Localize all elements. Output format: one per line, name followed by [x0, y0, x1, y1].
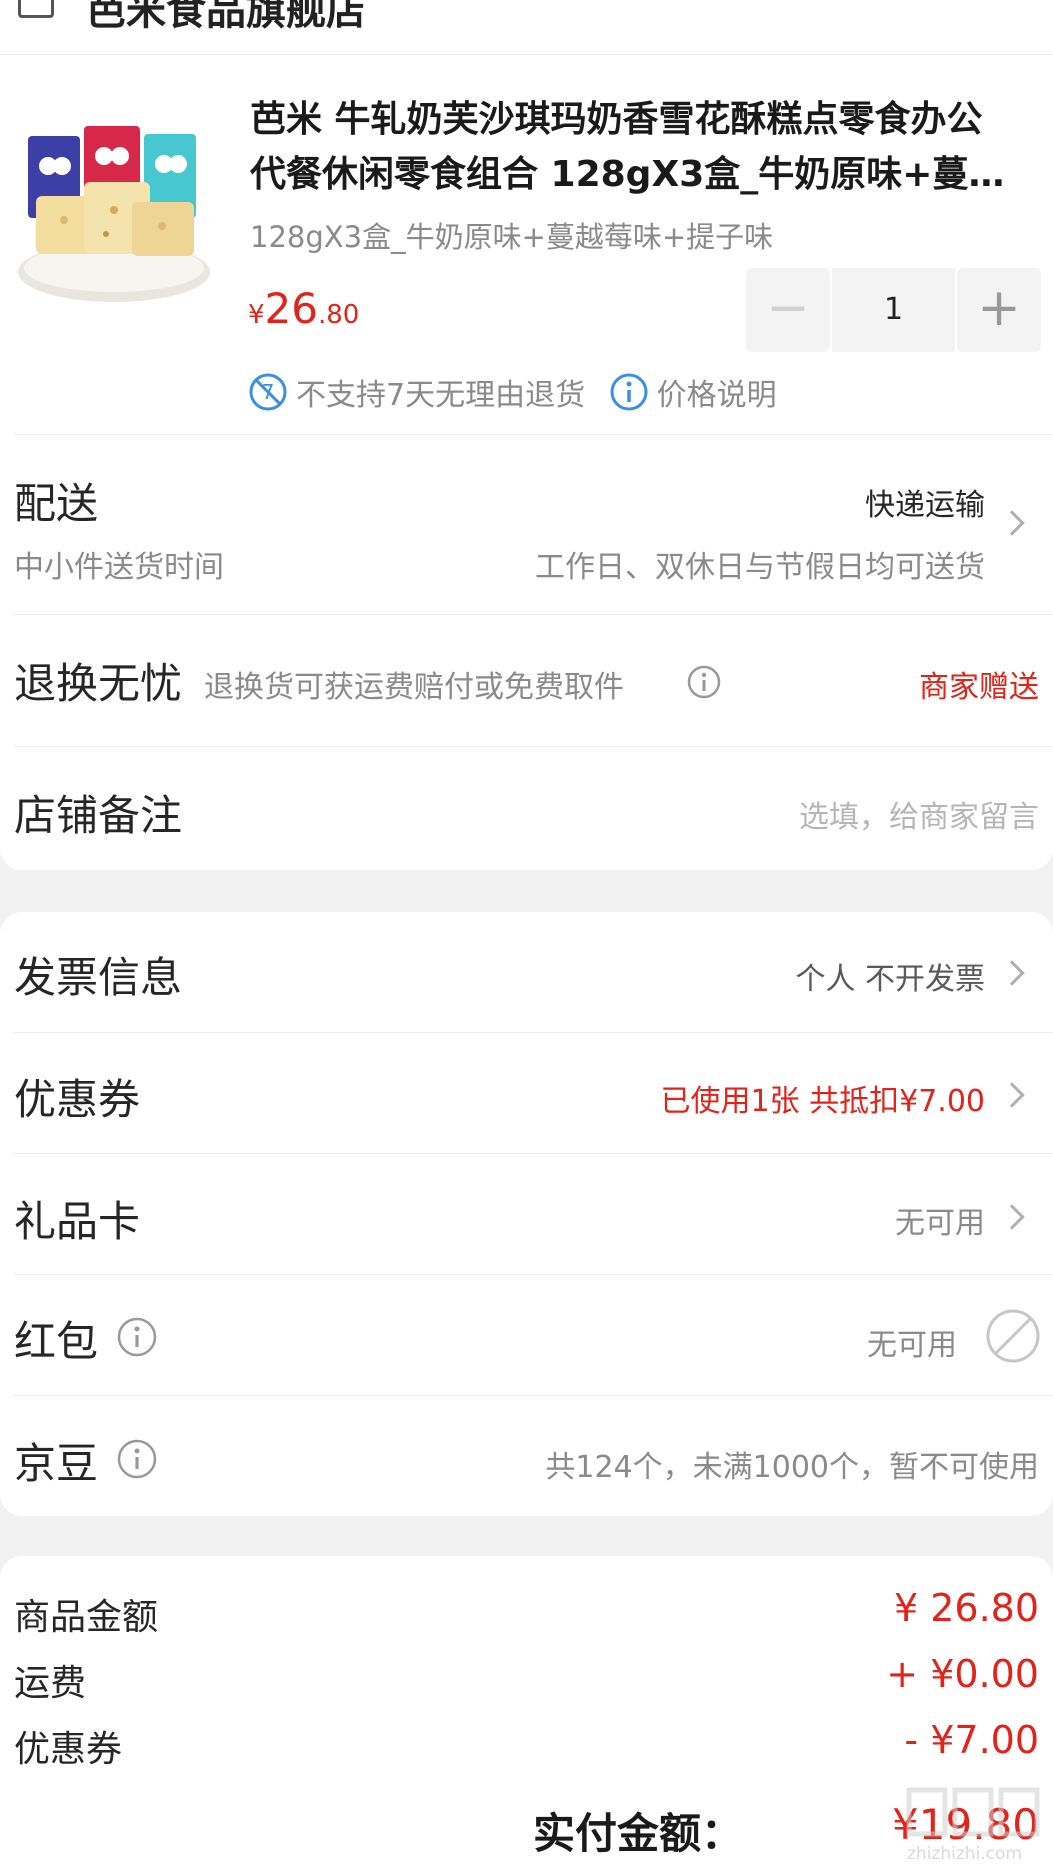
return-info-icon[interactable] [686, 664, 722, 700]
watermark-text: zhizhizhi.com [907, 1844, 1022, 1864]
invoice-value: 个人 不开发票 [795, 962, 985, 997]
divider [14, 1032, 1053, 1033]
price-currency: ¥ [248, 300, 265, 330]
disabled-icon [986, 1309, 1040, 1363]
shipping-value: + ¥0.00 [886, 1652, 1039, 1696]
service-tags: 7 不支持7天无理由退货 价格说明 [248, 370, 791, 414]
increase-button[interactable]: + [957, 268, 1041, 352]
coupon-title: 优惠券 [14, 1075, 141, 1124]
store-note-input[interactable]: 选填，给商家留言 [799, 792, 1039, 836]
price-decimal: .80 [318, 300, 360, 330]
goods-amount-value: ¥ 26.80 [893, 1586, 1039, 1630]
product-title-line1: 芭米 牛轧奶芙沙琪玛奶香雪花酥糕点零食办公 [250, 99, 983, 140]
info-icon [610, 373, 648, 411]
red-packet-title: 红包 [14, 1317, 99, 1366]
store-icon [18, 0, 54, 18]
order-item-card: 芭米食品旗舰店 芭米 牛轧奶芙沙琪玛奶香雪花酥糕点零食办公 代餐休闲零食组合 1… [0, 0, 1053, 870]
no-return-tag: 7 不支持7天无理由退货 [248, 370, 585, 414]
product-price: ¥26.80 [248, 284, 359, 333]
product-thumbnail[interactable] [14, 122, 214, 308]
no-7day-return-icon: 7 [249, 373, 287, 411]
coupon-value: 已使用1张 共抵扣¥7.00 [660, 1084, 985, 1119]
store-name[interactable]: 芭米食品旗舰店 [86, 0, 366, 36]
store-header[interactable]: 芭米食品旗舰店 [0, 0, 1053, 55]
product-title-line2: 代餐休闲零食组合 128gX3盒_牛奶原味+蔓越莓味+提子味 [250, 154, 1038, 195]
store-note-title: 店铺备注 [14, 791, 183, 840]
divider [14, 434, 1053, 435]
red-packet-info-icon[interactable] [116, 1316, 158, 1358]
return-service-value: 商家赠送 [919, 670, 1039, 705]
divider [14, 746, 1053, 747]
jd-beans-info-icon[interactable] [116, 1438, 158, 1480]
delivery-title: 配送 [14, 479, 99, 528]
divider [14, 1274, 1053, 1275]
delivery-time-label: 中小件送货时间 [14, 550, 224, 585]
divider [14, 1395, 1053, 1396]
product-spec: 128gX3盒_牛奶原味+蔓越莓味+提子味 [250, 220, 774, 254]
divider [14, 614, 1053, 615]
chevron-right-icon [999, 510, 1025, 536]
price-note-tag[interactable]: 价格说明 [609, 370, 777, 414]
goods-amount-label: 商品金额 [14, 1597, 159, 1638]
quantity-value[interactable]: 1 [832, 268, 955, 352]
coupon-summary-label: 优惠券 [14, 1729, 123, 1770]
divider [14, 1153, 1053, 1154]
gift-card-value: 无可用 [895, 1206, 985, 1241]
jd-beans-value: 共124个，未满1000个，暂不可使用 [545, 1450, 1039, 1485]
shipping-label: 运费 [14, 1663, 87, 1704]
delivery-method: 快递运输 [865, 488, 985, 523]
return-service-desc: 退换货可获运费赔付或免费取件 [204, 670, 624, 705]
price-integer: 26 [264, 284, 318, 333]
pay-amount-label: 实付金额： [532, 1809, 743, 1858]
delivery-time-value: 工作日、双休日与节假日均可送货 [535, 550, 985, 585]
red-packet-value: 无可用 [867, 1328, 957, 1363]
watermark-logo-icon [906, 1787, 1040, 1837]
quantity-stepper: − 1 + [746, 268, 1041, 352]
coupon-summary-value: - ¥7.00 [904, 1718, 1039, 1762]
no-return-text: 不支持7天无理由退货 [296, 378, 586, 413]
invoice-title: 发票信息 [14, 953, 183, 1002]
decrease-button[interactable]: − [746, 268, 830, 352]
watermark: zhizhizhi.com [903, 1782, 1043, 1870]
jd-beans-title: 京豆 [14, 1439, 99, 1488]
gift-card-title: 礼品卡 [14, 1197, 141, 1246]
return-service-title: 退换无忧 [14, 659, 183, 708]
product-title[interactable]: 芭米 牛轧奶芙沙琪玛奶香雪花酥糕点零食办公 代餐休闲零食组合 128gX3盒_牛… [250, 92, 1038, 202]
price-note-text: 价格说明 [656, 378, 777, 413]
